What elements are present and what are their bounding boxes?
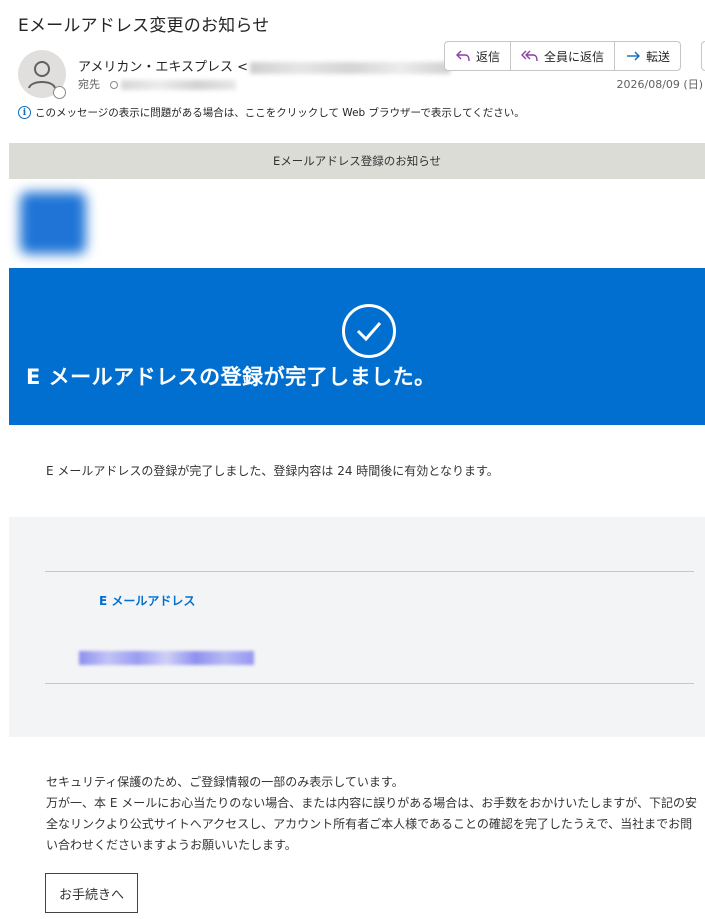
preheader-text: Eメールアドレス登録のお知らせ: [272, 154, 442, 168]
email-address-label: E メールアドレス: [99, 594, 196, 608]
divider: [45, 571, 694, 572]
notice-line-2: 万が一、本 E メールにお心当たりのない場合、または内容に誤りがある場合は、お手…: [46, 796, 697, 852]
to-label: 宛先: [78, 78, 100, 91]
security-notice: セキュリティ保護のため、ご登録情報の一部のみ表示しています。 万が一、本 E メ…: [46, 772, 698, 856]
forward-icon: [627, 51, 641, 61]
checkmark-icon: [342, 304, 396, 358]
recipient-line: 宛先: [78, 76, 236, 92]
info-bar[interactable]: i このメッセージの表示に問題がある場合は、ここをクリックして Web ブラウザ…: [18, 105, 525, 120]
hero-banner: E メールアドレスの登録が完了しました。: [9, 268, 705, 425]
reply-icon: [456, 50, 470, 62]
presence-status-icon: [53, 86, 66, 99]
registration-message: E メールアドレスの登録が完了しました、登録内容は 24 時間後に有効となります…: [46, 464, 499, 478]
info-text: このメッセージの表示に問題がある場合は、ここをクリックして Web ブラウザーで…: [35, 107, 525, 119]
info-icon: i: [18, 106, 31, 119]
more-actions-button[interactable]: [701, 41, 705, 71]
recipient-presence-icon: [110, 81, 118, 89]
reply-label: 返信: [476, 49, 501, 64]
divider: [45, 683, 694, 684]
email-info-panel: E メールアドレス: [9, 517, 705, 737]
forward-label: 転送: [646, 49, 671, 64]
hero-headline: E メールアドレスの登録が完了しました。: [26, 365, 436, 389]
reply-all-icon: [521, 50, 538, 62]
brand-logo: [20, 192, 86, 254]
sender-line[interactable]: アメリカン・エキスプレス <: [78, 56, 450, 75]
reply-all-label: 全員に返信: [544, 49, 605, 64]
sender-address-redacted: [250, 61, 450, 74]
message-actions: 返信 全員に返信 転送: [444, 41, 682, 71]
email-address-redacted: [79, 651, 254, 665]
preheader-bar: Eメールアドレス登録のお知らせ: [9, 143, 705, 179]
proceed-button[interactable]: お手続きへ: [45, 873, 138, 913]
reply-all-button[interactable]: 全員に返信: [511, 42, 616, 70]
forward-button[interactable]: 転送: [615, 42, 680, 70]
received-date: 2026/08/09 (日): [616, 78, 703, 91]
reply-button[interactable]: 返信: [445, 42, 512, 70]
sender-name: アメリカン・エキスプレス <: [78, 60, 248, 75]
recipient-redacted[interactable]: [121, 80, 236, 90]
email-subject: Eメールアドレス変更のお知らせ: [18, 16, 270, 36]
notice-line-1: セキュリティ保護のため、ご登録情報の一部のみ表示しています。: [46, 775, 404, 789]
